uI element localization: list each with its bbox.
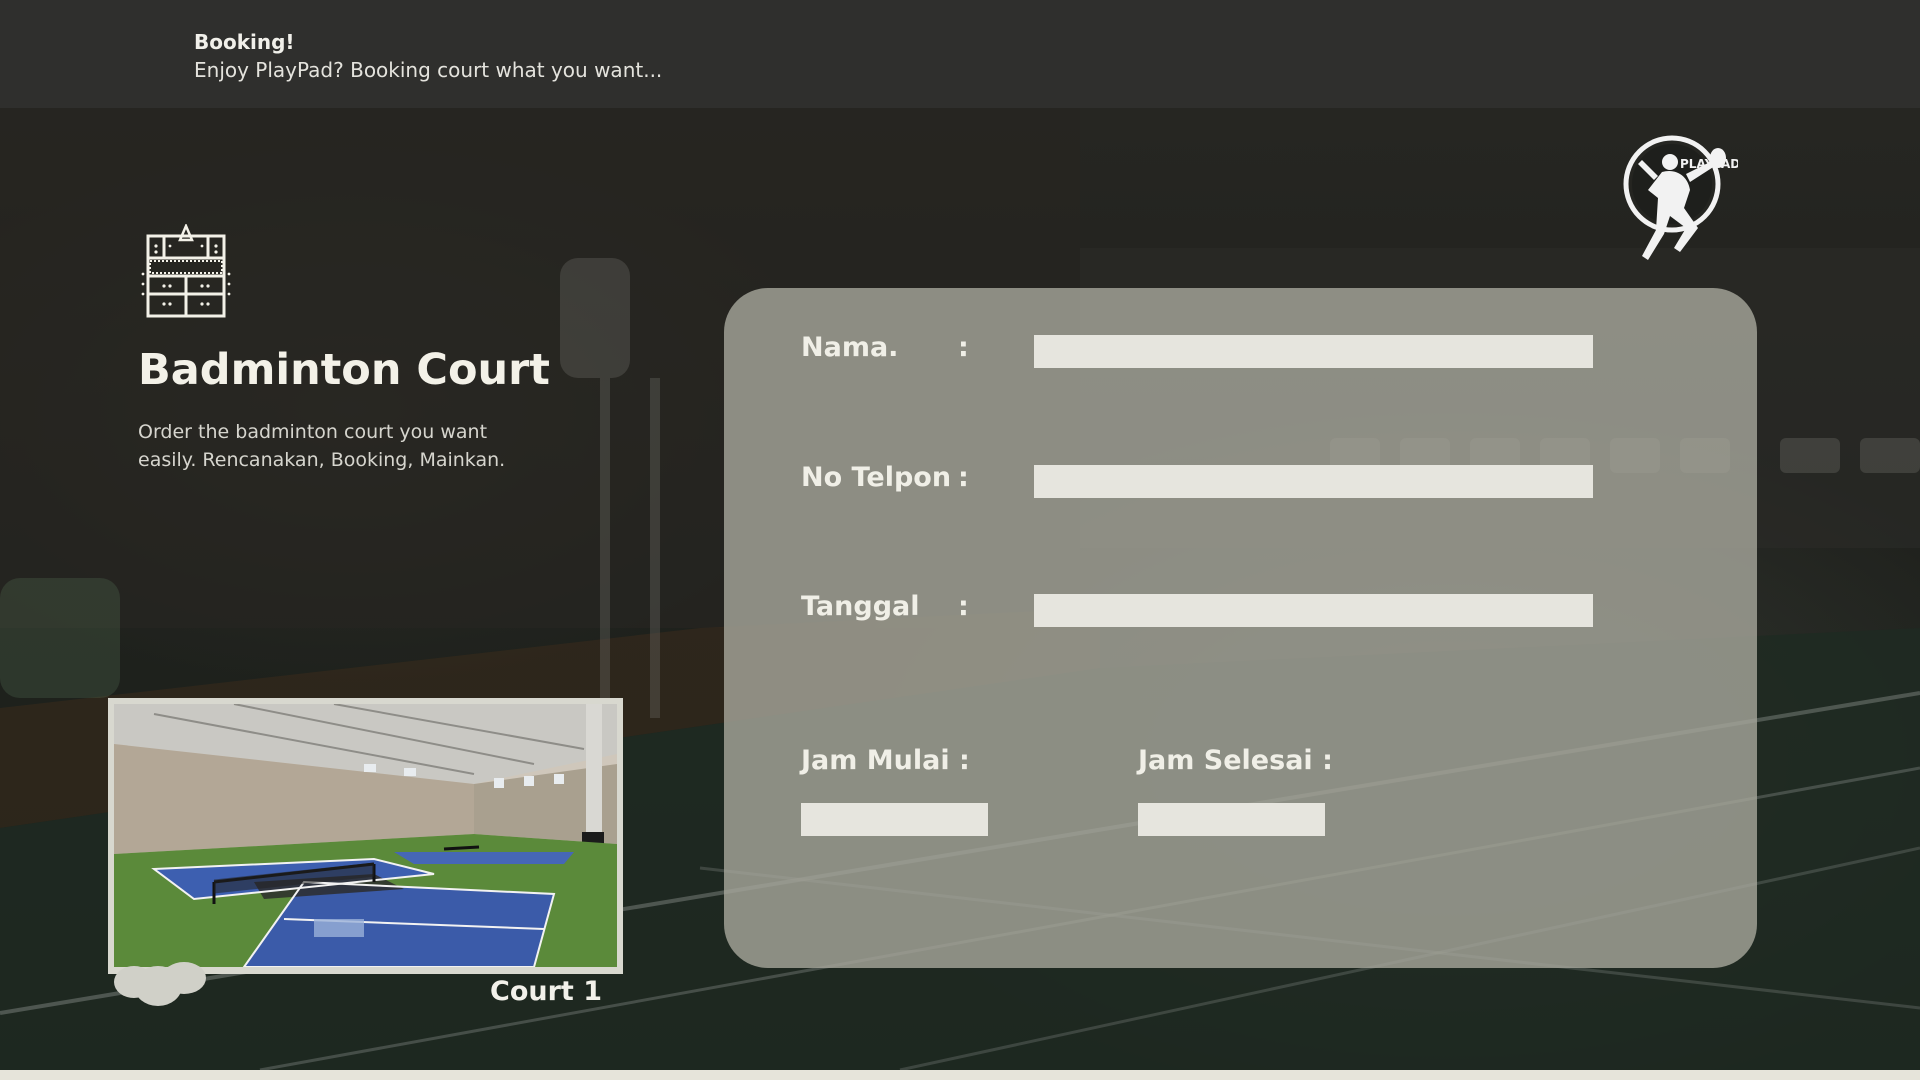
badminton-court-icon: [140, 222, 232, 320]
tanggal-input[interactable]: [1034, 594, 1593, 627]
court-photo-frame: [108, 698, 623, 974]
header-title: Booking!: [194, 30, 295, 54]
court-photo: [114, 704, 617, 967]
tanggal-colon: :: [958, 591, 969, 622]
court-caption: Court 1: [490, 976, 602, 1007]
header-bar: Booking! Enjoy PlayPad? Booking court wh…: [0, 0, 1920, 108]
jam-selesai-input[interactable]: [1138, 803, 1325, 836]
header-subtitle: Enjoy PlayPad? Booking court what you wa…: [194, 58, 663, 82]
jam-mulai-input[interactable]: [801, 803, 988, 836]
logo-text: PLAYPAD: [1680, 157, 1738, 171]
nama-label: Nama.: [801, 332, 899, 363]
tanggal-label: Tanggal: [801, 591, 920, 622]
telpon-colon: :: [958, 462, 969, 493]
telpon-input[interactable]: [1034, 465, 1593, 498]
telpon-label: No Telpon: [801, 462, 952, 493]
cloud-decoration: [112, 962, 208, 1008]
badminton-player-logo: PLAYPAD: [1618, 134, 1740, 276]
nama-colon: :: [958, 332, 969, 363]
footer-strip: [0, 1070, 1920, 1080]
booking-form: Nama. : No Telpon : Tanggal : Jam Mulai …: [724, 288, 1757, 968]
jam-selesai-label: Jam Selesai :: [1138, 745, 1333, 776]
page-title: Badminton Court: [138, 345, 550, 395]
nama-input[interactable]: [1034, 335, 1593, 368]
jam-mulai-label: Jam Mulai :: [801, 745, 970, 776]
page-description: Order the badminton court you want easil…: [138, 421, 506, 471]
